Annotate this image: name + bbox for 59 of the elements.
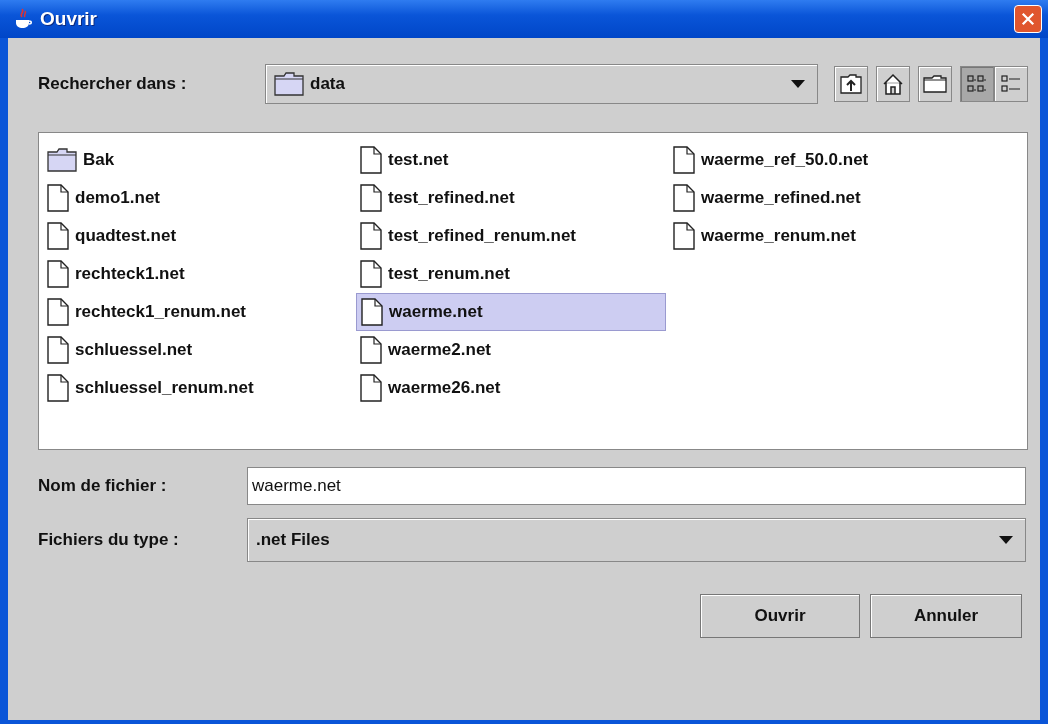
details-view-icon [1001,74,1021,94]
file-icon [361,298,383,326]
file-item[interactable]: schluessel_renum.net [43,369,258,407]
folder-icon [47,148,77,172]
file-item[interactable]: schluessel.net [43,331,197,369]
file-item[interactable]: test_refined.net [356,179,519,217]
file-item[interactable]: quadtest.net [43,217,181,255]
file-icon [360,184,382,212]
file-item[interactable]: test_renum.net [356,255,514,293]
file-name-field[interactable]: waerme.net [247,467,1026,505]
list-view-button[interactable] [960,66,994,102]
file-item[interactable]: Bak [43,141,119,179]
new-folder-button[interactable] [918,66,952,102]
file-name-label: Nom de fichier : [38,476,168,496]
file-icon [47,222,69,250]
file-icon [360,260,382,288]
open-button[interactable]: Ouvrir [700,594,860,638]
file-item[interactable]: waerme_renum.net [669,217,860,255]
file-icon [360,222,382,250]
file-icon [47,374,69,402]
file-item[interactable]: test_refined_renum.net [356,217,580,255]
file-icon [673,222,695,250]
dropdown-arrow-icon [791,80,805,88]
file-icon [673,184,695,212]
file-icon [47,184,69,212]
file-icon [47,336,69,364]
close-icon [1021,11,1035,27]
file-item[interactable]: waerme_refined.net [669,179,865,217]
file-icon [360,374,382,402]
home-button[interactable] [876,66,910,102]
app-icon [14,8,32,30]
file-type-label: Fichiers du type : [38,530,180,550]
file-item[interactable]: waerme26.net [356,369,505,407]
file-item[interactable]: waerme_ref_50.0.net [669,141,873,179]
close-button[interactable] [1014,5,1042,33]
up-folder-icon [840,74,862,94]
file-icon [360,336,382,364]
home-icon [882,73,904,95]
list-view-icon [967,74,987,94]
folder-icon [923,75,947,93]
file-item[interactable]: rechteck1_renum.net [43,293,251,331]
details-view-button[interactable] [994,66,1028,102]
cancel-button[interactable]: Annuler [870,594,1022,638]
file-item[interactable]: demo1.net [43,179,165,217]
file-item[interactable]: waerme.net [356,293,666,331]
file-item[interactable]: waerme2.net [356,331,495,369]
file-item[interactable]: test.net [356,141,453,179]
file-type-dropdown[interactable]: .net Files [247,518,1026,562]
folder-icon [274,72,304,96]
dropdown-arrow-icon [999,536,1013,544]
look-in-dropdown[interactable]: data [265,64,818,104]
up-button[interactable] [834,66,868,102]
file-item[interactable]: rechteck1.net [43,255,189,293]
file-icon [47,260,69,288]
file-icon [360,146,382,174]
file-icon [673,146,695,174]
look-in-label: Rechercher dans : [38,74,188,94]
file-icon [47,298,69,326]
window-title: Ouvrir [40,8,99,30]
